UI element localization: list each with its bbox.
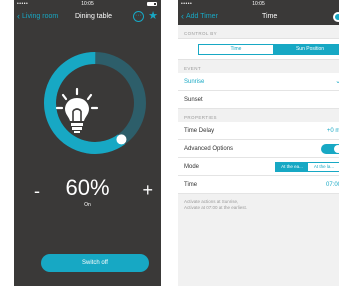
event-label: Sunset <box>184 97 203 103</box>
mode-option-latest[interactable]: At the la... <box>308 163 339 171</box>
back-label: Living room <box>22 13 59 20</box>
segment-time[interactable]: Time <box>199 45 273 54</box>
advanced-options-label: Advanced Options <box>184 146 234 152</box>
segment-sun-position[interactable]: Sun Position <box>273 45 339 54</box>
nav-bar: ‹ Living room Dining table ··· ★ <box>14 9 161 25</box>
event-option-sunrise[interactable]: Sunrise ⌄ <box>178 73 339 91</box>
status-bar: ••••• 10:05 <box>14 0 161 9</box>
time-row[interactable]: Time 07:00 <box>178 176 339 194</box>
mode-segmented: At the ea... At the la... <box>275 162 339 172</box>
mode-row: Mode At the ea... At the la... <box>178 158 339 176</box>
dimmer-controls: - 60% + <box>14 172 161 206</box>
time-value: 07:00 <box>325 182 339 188</box>
advanced-options-toggle[interactable] <box>321 144 339 154</box>
section-heading-event: EVENT <box>184 66 202 71</box>
status-bar: ••••• 10:05 <box>178 0 339 9</box>
section-heading-control-by: CONTROL BY <box>184 31 218 36</box>
increase-button[interactable]: + <box>142 181 153 199</box>
chevron-left-icon: ‹ <box>181 11 184 21</box>
switch-off-button[interactable]: Switch off <box>41 254 149 272</box>
time-label: Time <box>184 182 198 188</box>
back-label: Add Timer <box>186 13 218 20</box>
status-time: 10:05 <box>252 1 265 7</box>
dimmer-screen: ••••• 10:05 ‹ Living room Dining table ·… <box>14 0 161 286</box>
page-title: Dining table <box>75 13 112 20</box>
battery-icon <box>147 2 157 6</box>
save-button[interactable] <box>333 12 339 22</box>
timer-screen: ••••• 10:05 ‹ Add Timer Time CONTROL BY … <box>178 0 339 286</box>
event-option-sunset[interactable]: Sunset <box>178 91 339 109</box>
control-by-segmented: Time Sun Position <box>198 44 339 55</box>
dial-handle[interactable] <box>116 134 127 145</box>
time-delay-row[interactable]: Time Delay +0 min <box>178 122 339 140</box>
chevron-left-icon: ‹ <box>17 11 20 21</box>
lightbulb-icon <box>53 87 103 137</box>
status-time: 10:05 <box>81 1 94 7</box>
section-heading-properties: PROPERTIES <box>184 115 217 120</box>
event-label: Sunrise <box>184 79 205 85</box>
footnote-line: Activate at 07:00 at the earliest. <box>184 205 248 210</box>
mode-option-earliest[interactable]: At the ea... <box>276 163 308 171</box>
dimmer-level: 60% <box>65 175 110 200</box>
device-state: On <box>84 202 91 208</box>
advanced-options-row: Advanced Options <box>178 140 339 158</box>
control-by-row: Time Sun Position <box>178 38 339 60</box>
time-delay-value: +0 min <box>326 128 339 134</box>
ellipsis-icon[interactable]: ··· <box>133 11 144 22</box>
star-icon[interactable]: ★ <box>148 10 158 22</box>
mode-label: Mode <box>184 164 200 170</box>
time-delay-label: Time Delay <box>184 128 215 134</box>
screenshot-stage: ••••• 10:05 ‹ Living room Dining table ·… <box>0 0 339 286</box>
back-button[interactable]: ‹ Add Timer <box>181 11 218 21</box>
checkmark-icon: ⌄ <box>335 78 339 85</box>
summary-footnote: Activate actions at Sunrise, Activate at… <box>178 194 339 216</box>
nav-bar: ‹ Add Timer Time <box>178 9 339 25</box>
page-title: Time <box>262 13 278 20</box>
back-button[interactable]: ‹ Living room <box>17 11 59 21</box>
